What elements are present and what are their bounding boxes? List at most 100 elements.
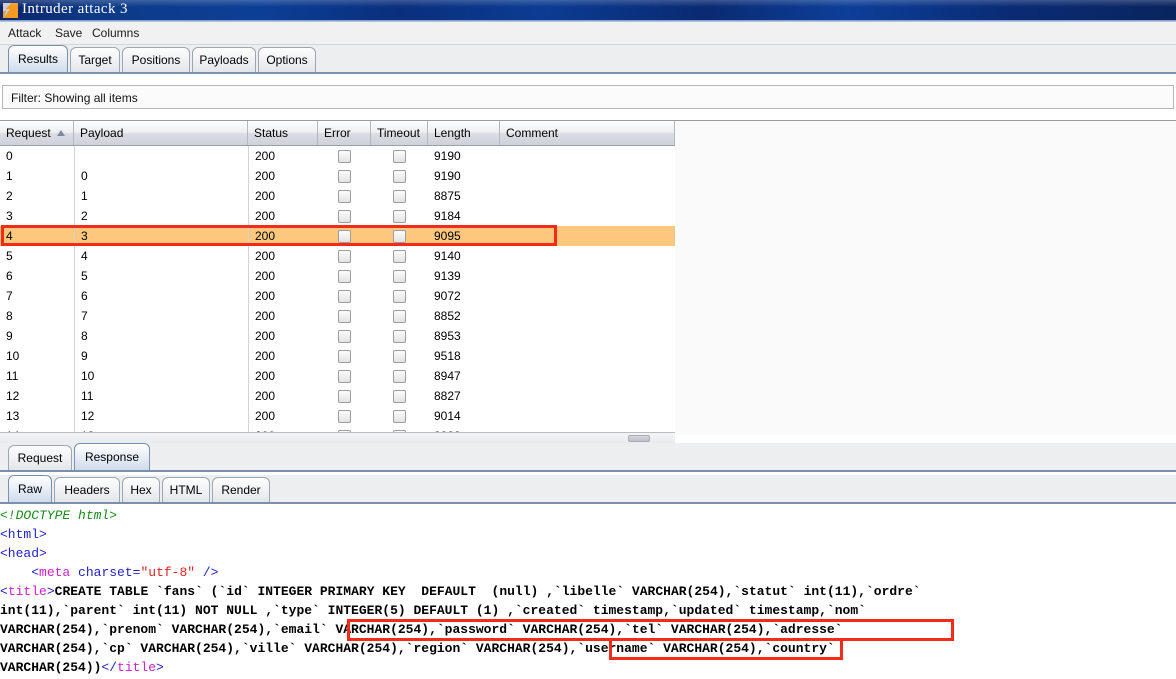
checkbox-error[interactable] bbox=[338, 390, 351, 403]
view-tab-headers[interactable]: Headers bbox=[54, 477, 120, 502]
response-token: int(11),`parent` int(11) NOT NULL ,`type… bbox=[0, 603, 866, 618]
menu-bar: Attack Save Columns bbox=[0, 22, 1176, 45]
table-row[interactable]: 2 1 200 8875 bbox=[0, 186, 675, 206]
view-tab-raw[interactable]: Raw bbox=[8, 475, 52, 502]
menu-item-columns[interactable]: Columns bbox=[92, 26, 139, 40]
checkbox-error[interactable] bbox=[338, 170, 351, 183]
column-header-payload[interactable]: Payload bbox=[74, 121, 248, 145]
checkbox-timeout[interactable] bbox=[393, 170, 406, 183]
cell-request: 1 bbox=[6, 169, 13, 183]
cell-request: 12 bbox=[6, 389, 20, 403]
checkbox-timeout[interactable] bbox=[393, 210, 406, 223]
response-token: <html> bbox=[0, 527, 47, 542]
checkbox-timeout[interactable] bbox=[393, 250, 406, 263]
checkbox-timeout[interactable] bbox=[393, 330, 406, 343]
window-titlebar: Intruder attack 3 bbox=[0, 0, 1176, 20]
table-row[interactable]: 3 2 200 9184 bbox=[0, 206, 675, 226]
checkbox-timeout[interactable] bbox=[393, 350, 406, 363]
column-header-error[interactable]: Error bbox=[318, 121, 371, 145]
checkbox-error[interactable] bbox=[338, 250, 351, 263]
column-header-label: Error bbox=[324, 126, 351, 140]
column-header-timeout[interactable]: Timeout bbox=[371, 121, 428, 145]
checkbox-error[interactable] bbox=[338, 290, 351, 303]
column-header-comment[interactable]: Comment bbox=[500, 121, 675, 145]
checkbox-timeout[interactable] bbox=[393, 370, 406, 383]
cell-payload: 7 bbox=[74, 306, 248, 326]
table-row[interactable]: 12 11 200 8827 bbox=[0, 386, 675, 406]
column-header-request[interactable]: Request bbox=[0, 121, 74, 145]
cell-status: 200 bbox=[248, 186, 318, 206]
response-token bbox=[70, 565, 78, 580]
checkbox-error[interactable] bbox=[338, 350, 351, 363]
cell-length: 8953 bbox=[434, 329, 461, 343]
cell-request: 0 bbox=[6, 149, 13, 163]
results-table-body[interactable]: 0 200 9190 1 0 200 9190 2 1 200 8875 3 2 200 9184 4 3 200… bbox=[0, 146, 675, 435]
table-row[interactable]: 8 7 200 8852 bbox=[0, 306, 675, 326]
window-title: Intruder attack 3 bbox=[22, 1, 128, 17]
cell-request: 13 bbox=[6, 409, 20, 423]
response-line: VARCHAR(254),`cp` VARCHAR(254),`ville` V… bbox=[0, 639, 835, 658]
cell-comment bbox=[500, 306, 675, 326]
column-header-status[interactable]: Status bbox=[248, 121, 318, 145]
cell-request: 7 bbox=[6, 289, 13, 303]
response-raw-viewer[interactable]: <!DOCTYPE html> <html> <head> <meta charse… bbox=[0, 506, 1176, 679]
table-row[interactable]: 0 200 9190 bbox=[0, 146, 675, 166]
table-row[interactable]: 7 6 200 9072 bbox=[0, 286, 675, 306]
checkbox-error[interactable] bbox=[338, 150, 351, 163]
filter-label: Filter: Showing all items bbox=[11, 91, 138, 105]
results-scrollbar-thumb[interactable] bbox=[628, 435, 650, 442]
checkbox-error[interactable] bbox=[338, 310, 351, 323]
cell-comment bbox=[500, 406, 675, 426]
view-tab-render[interactable]: Render bbox=[212, 477, 270, 502]
checkbox-error[interactable] bbox=[338, 330, 351, 343]
table-row[interactable]: 9 8 200 8953 bbox=[0, 326, 675, 346]
checkbox-error[interactable] bbox=[338, 270, 351, 283]
tab-results[interactable]: Results bbox=[8, 45, 68, 72]
cell-length: 9014 bbox=[434, 409, 461, 423]
tab-positions[interactable]: Positions bbox=[122, 47, 190, 72]
cell-status: 200 bbox=[248, 146, 318, 166]
response-token: VARCHAR(254),`cp` VARCHAR(254),`ville` V… bbox=[0, 641, 835, 656]
tab-target[interactable]: Target bbox=[70, 47, 120, 72]
response-token: <!DOCTYPE html> bbox=[0, 508, 118, 523]
message-tab-response[interactable]: Response bbox=[74, 443, 150, 470]
column-header-label: Comment bbox=[506, 126, 559, 140]
cell-request: 10 bbox=[6, 349, 20, 363]
cell-payload: 2 bbox=[74, 206, 248, 226]
table-row[interactable]: 1 0 200 9190 bbox=[0, 166, 675, 186]
checkbox-timeout[interactable] bbox=[393, 290, 406, 303]
message-tab-request[interactable]: Request bbox=[8, 445, 72, 470]
table-row[interactable]: 5 4 200 9140 bbox=[0, 246, 675, 266]
checkbox-timeout[interactable] bbox=[393, 270, 406, 283]
checkbox-error[interactable] bbox=[338, 410, 351, 423]
column-header-length[interactable]: Length bbox=[428, 121, 500, 145]
cell-request: 3 bbox=[6, 209, 13, 223]
checkbox-error[interactable] bbox=[338, 370, 351, 383]
checkbox-error[interactable] bbox=[338, 190, 351, 203]
filter-bar[interactable]: Filter: Showing all items bbox=[2, 85, 1174, 109]
menu-item-save[interactable]: Save bbox=[55, 26, 82, 40]
checkbox-error[interactable] bbox=[338, 210, 351, 223]
view-tabstrip: Raw Headers Hex HTML Render bbox=[0, 475, 1176, 504]
tab-payloads[interactable]: Payloads bbox=[192, 47, 256, 72]
checkbox-timeout[interactable] bbox=[393, 410, 406, 423]
cell-payload: 9 bbox=[74, 346, 248, 366]
cell-comment bbox=[500, 166, 675, 186]
checkbox-timeout[interactable] bbox=[393, 150, 406, 163]
menu-item-attack[interactable]: Attack bbox=[8, 26, 41, 40]
tab-options[interactable]: Options bbox=[258, 47, 316, 72]
view-tab-html[interactable]: HTML bbox=[162, 477, 210, 502]
table-row[interactable]: 6 5 200 9139 bbox=[0, 266, 675, 286]
table-row[interactable]: 13 12 200 9014 bbox=[0, 406, 675, 426]
checkbox-timeout[interactable] bbox=[393, 190, 406, 203]
cell-payload: 0 bbox=[74, 166, 248, 186]
checkbox-timeout[interactable] bbox=[393, 390, 406, 403]
response-line: <title>CREATE TABLE `fans` (`id` INTEGER… bbox=[0, 582, 921, 601]
cell-payload: 10 bbox=[74, 366, 248, 386]
table-row[interactable]: 11 10 200 8947 bbox=[0, 366, 675, 386]
view-tab-hex[interactable]: Hex bbox=[122, 477, 160, 502]
checkbox-timeout[interactable] bbox=[393, 310, 406, 323]
results-table-header: Request Payload Status Error Timeout Length Co… bbox=[0, 121, 675, 146]
table-row[interactable]: 10 9 200 9518 bbox=[0, 346, 675, 366]
cell-comment bbox=[500, 286, 675, 306]
